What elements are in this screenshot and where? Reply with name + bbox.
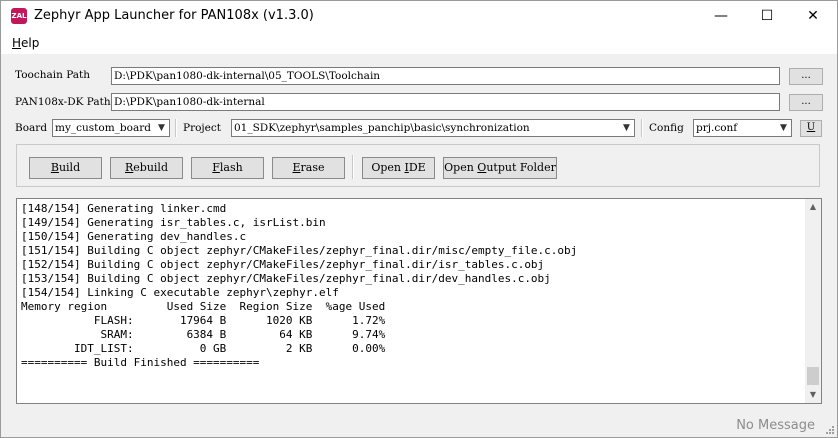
- open-ide-label-post: DE: [408, 161, 426, 174]
- build-accel: B: [50, 161, 59, 174]
- dk-browse-button[interactable]: ...: [789, 94, 823, 111]
- minimize-button[interactable]: —: [698, 1, 744, 32]
- flash-label: lash: [219, 161, 243, 174]
- scroll-thumb[interactable]: [807, 367, 819, 385]
- flash-button[interactable]: Flash: [191, 157, 264, 179]
- toolchain-path-label: Toochain Path: [15, 69, 91, 81]
- toolchain-path-input[interactable]: D:\PDK\pan1080-dk-internal\05_TOOLS\Tool…: [111, 67, 780, 85]
- build-log-text: [148/154] Generating linker.cmd [149/154…: [21, 202, 578, 369]
- status-bar: No Message: [1, 413, 837, 437]
- scroll-up-icon[interactable]: ▲: [805, 199, 821, 215]
- open-output-accel: O: [477, 161, 487, 174]
- board-label: Board: [15, 122, 48, 134]
- u-button[interactable]: U: [800, 120, 822, 137]
- board-select-value: my_custom_board: [55, 122, 151, 134]
- close-button[interactable]: ✕: [790, 1, 836, 32]
- build-label: uild: [58, 161, 81, 174]
- console-scrollbar[interactable]: ▲ ▼: [805, 199, 821, 403]
- open-ide-label-pre: Open: [371, 161, 405, 174]
- rebuild-label: ebuild: [133, 161, 168, 174]
- menu-help-accel: H: [12, 36, 22, 50]
- title-bar[interactable]: ZAL Zephyr App Launcher for PAN108x (v1.…: [1, 1, 837, 32]
- rebuild-button[interactable]: Rebuild: [110, 157, 183, 179]
- project-select[interactable]: 01_SDK\zephyr\samples_panchip\basic\sync…: [231, 119, 635, 137]
- open-output-label-post: utput Folder: [486, 161, 556, 174]
- menu-bar: Help: [1, 32, 837, 54]
- open-output-folder-button[interactable]: Open Output Folder: [443, 157, 557, 179]
- status-message: No Message: [736, 418, 815, 433]
- window-title: Zephyr App Launcher for PAN108x (v1.3.0): [34, 8, 314, 23]
- open-ide-button[interactable]: Open IDE: [362, 157, 435, 179]
- config-select-value: prj.conf: [696, 122, 738, 134]
- separator: [175, 119, 177, 137]
- chevron-down-icon: ▼: [158, 123, 165, 133]
- flash-accel: F: [212, 161, 220, 174]
- erase-button[interactable]: Erase: [272, 157, 345, 179]
- dk-path-label: PAN108x-DK Path: [15, 96, 111, 108]
- build-button[interactable]: Build: [29, 157, 102, 179]
- chevron-down-icon: ▼: [780, 123, 787, 133]
- app-window: ZAL Zephyr App Launcher for PAN108x (v1.…: [0, 0, 838, 438]
- config-label: Config: [649, 122, 684, 134]
- separator: [641, 119, 643, 137]
- resize-grip-icon[interactable]: [825, 425, 835, 435]
- menu-help-label: elp: [21, 36, 40, 50]
- open-output-label-pre: Open: [444, 161, 478, 174]
- erase-accel: E: [292, 161, 301, 174]
- menu-help[interactable]: Help: [12, 36, 39, 50]
- chevron-down-icon: ▼: [623, 123, 630, 133]
- project-label: Project: [183, 122, 221, 134]
- project-select-value: 01_SDK\zephyr\samples_panchip\basic\sync…: [234, 122, 530, 134]
- board-select[interactable]: my_custom_board ▼: [52, 119, 170, 137]
- config-select[interactable]: prj.conf ▼: [693, 119, 792, 137]
- dk-path-input[interactable]: D:\PDK\pan1080-dk-internal: [111, 93, 780, 111]
- toolchain-browse-button[interactable]: ...: [789, 68, 823, 85]
- erase-label: rase: [300, 161, 325, 174]
- maximize-button[interactable]: ☐: [744, 1, 790, 32]
- toolbar-separator: [352, 155, 354, 179]
- build-log-console[interactable]: [148/154] Generating linker.cmd [149/154…: [16, 198, 822, 404]
- scroll-down-icon[interactable]: ▼: [805, 387, 821, 403]
- app-logo-icon: ZAL: [11, 8, 27, 24]
